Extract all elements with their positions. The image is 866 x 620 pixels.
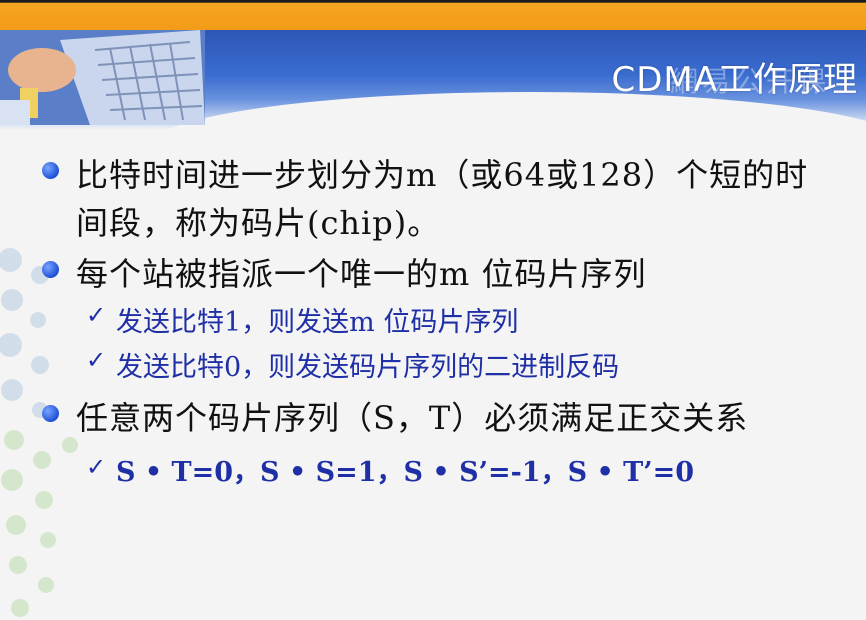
bullet-1-line-1: 比特时间进一步划分为m（或64或128）个短的时 <box>76 156 809 194</box>
sub-item: 发送比特1，则发送m 位码片序列 <box>116 307 519 338</box>
slide-content: 比特时间进一步划分为m（或64或128）个短的时 间段，称为码片(chip)。 … <box>0 0 866 620</box>
bullet-2-line-1: 每个站被指派一个唯一的m 位码片序列 <box>76 255 647 293</box>
bullet-dot-icon <box>42 261 59 278</box>
sub-item: 发送比特0，则发送码片序列的二进制反码 <box>116 352 620 383</box>
sub-item: S • T=0，S • S=1，S • S’=-1，S • T’=0 <box>116 457 695 488</box>
checkmark-icon: ✓ <box>86 453 107 481</box>
bullet-dot-icon <box>42 405 59 422</box>
bullet-dot-icon <box>42 162 59 179</box>
checkmark-icon: ✓ <box>86 301 107 329</box>
bullet-1-line-2: 间段，称为码片(chip)。 <box>76 204 441 242</box>
checkmark-icon: ✓ <box>86 346 107 374</box>
bullet-3-line-1: 任意两个码片序列（S，T）必须满足正交关系 <box>76 399 749 437</box>
